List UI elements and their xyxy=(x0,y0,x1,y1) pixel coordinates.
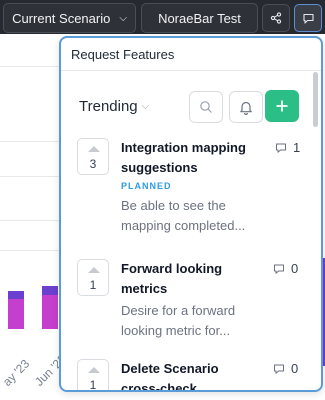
chart-bar-segment xyxy=(42,295,58,329)
item-title: Delete Scenario cross-check xyxy=(121,361,219,392)
comment-count-value: 0 xyxy=(291,261,299,276)
panel-title: Request Features xyxy=(71,47,175,62)
comment-icon xyxy=(274,364,284,374)
vote-count: 1 xyxy=(89,278,97,292)
chart-bar-segment xyxy=(42,286,58,295)
comment-count: 0 xyxy=(273,361,298,376)
chevron-down-icon: ⌵ xyxy=(119,12,127,24)
scenario-dropdown[interactable]: Current Scenario ⌵ xyxy=(3,3,136,33)
plus-icon xyxy=(276,100,288,112)
upvote-arrow-icon xyxy=(88,367,100,373)
chart-bar-segment xyxy=(8,291,24,299)
project-button[interactable]: NoraeBar Test xyxy=(141,3,258,33)
sort-dropdown[interactable]: Trending ⌵ xyxy=(79,98,149,115)
item-description: Desire for a forward looking metric for.… xyxy=(121,303,236,338)
x-tick-label: ay '23 xyxy=(0,356,33,389)
comment-icon xyxy=(274,264,284,274)
item-description: Be able to see the mapping completed... xyxy=(121,198,246,233)
top-toolbar: Current Scenario ⌵ NoraeBar Test xyxy=(0,0,325,34)
upvote-button[interactable]: 3 xyxy=(77,138,109,175)
scrollbar[interactable] xyxy=(313,72,318,127)
project-label: NoraeBar Test xyxy=(158,10,241,26)
vote-count: 1 xyxy=(89,378,97,392)
feature-request-button[interactable] xyxy=(294,4,322,32)
upvote-arrow-icon xyxy=(88,267,100,273)
sort-value: Trending xyxy=(79,98,138,115)
chat-icon xyxy=(302,13,314,24)
comment-count: 1 xyxy=(275,140,300,155)
item-title: Forward looking metrics xyxy=(121,261,223,296)
status-badge: PLANNED xyxy=(121,181,172,191)
comment-count-value: 1 xyxy=(293,140,301,155)
comment-count: 0 xyxy=(273,261,298,276)
comment-icon xyxy=(276,143,286,153)
item-title: Integration mapping suggestions xyxy=(121,140,246,175)
comment-count-value: 0 xyxy=(291,361,299,376)
vote-count: 3 xyxy=(89,157,97,171)
upvote-button[interactable]: 1 xyxy=(77,259,109,296)
share-button[interactable] xyxy=(262,4,290,32)
search-icon xyxy=(200,101,212,113)
request-features-panel: Request Features Trending ⌵ 3 Integratio… xyxy=(59,36,323,392)
search-button[interactable] xyxy=(189,91,223,123)
bell-icon xyxy=(240,101,252,115)
chevron-down-icon: ⌵ xyxy=(141,101,150,112)
share-icon xyxy=(270,12,282,24)
upvote-arrow-icon xyxy=(88,146,100,152)
chart-bar-segment xyxy=(8,299,24,329)
upvote-button[interactable]: 1 xyxy=(77,359,109,392)
panel-header: Request Features xyxy=(61,38,321,71)
add-request-button[interactable] xyxy=(265,90,299,122)
notifications-button[interactable] xyxy=(229,91,263,123)
scenario-label: Current Scenario xyxy=(12,10,111,26)
